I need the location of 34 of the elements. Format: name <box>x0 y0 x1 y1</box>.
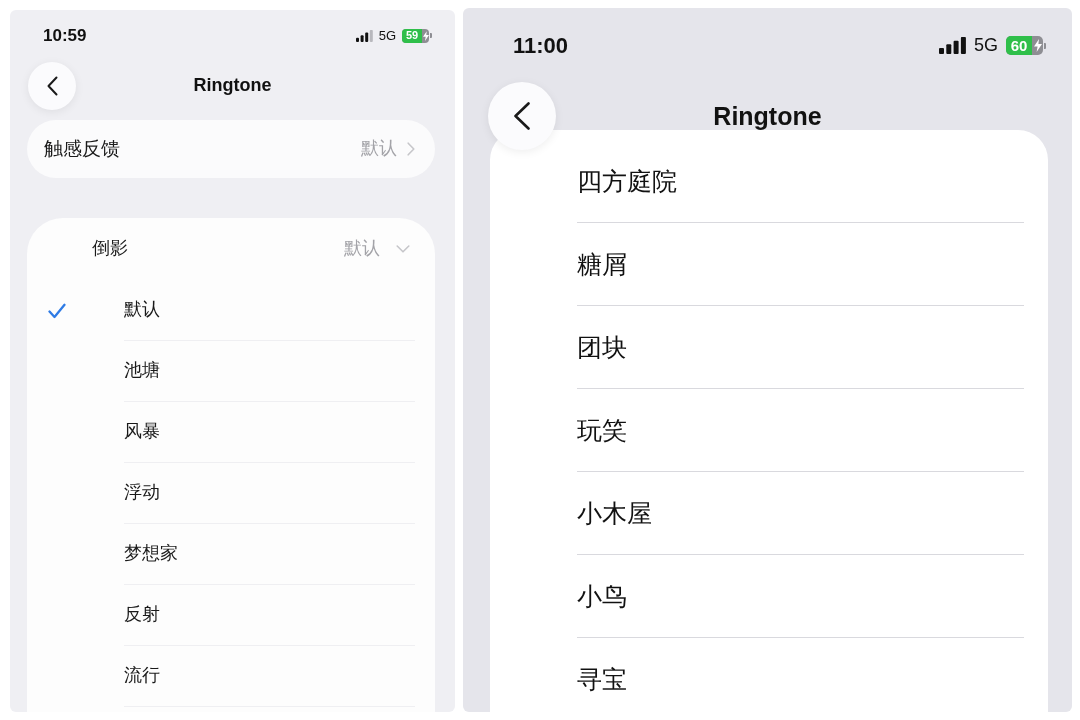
back-button[interactable] <box>28 62 76 110</box>
signal-icon <box>939 37 966 55</box>
ringtone-option[interactable]: 浮动 <box>124 482 160 504</box>
ringtone-option[interactable]: 寻宝 <box>577 664 627 694</box>
chevron-left-icon <box>514 102 530 130</box>
ringtone-option[interactable]: 团块 <box>577 332 627 362</box>
setting-label: 触感反馈 <box>44 137 120 161</box>
chevron-left-icon <box>46 76 58 96</box>
setting-value: 默认 <box>361 138 397 160</box>
ringtone-option[interactable]: 糖屑 <box>577 249 627 279</box>
battery-percent: 60 <box>1006 36 1032 56</box>
group-value: 默认 <box>344 238 380 260</box>
page-title: Ringtone <box>713 101 822 131</box>
ringtone-option[interactable]: 流行 <box>124 665 160 687</box>
group-header[interactable]: 倒影 默认 <box>27 218 435 280</box>
network-label: 5G <box>378 28 396 44</box>
haptics-setting-row[interactable]: 触感反馈 默认 <box>27 120 435 178</box>
ringtone-option[interactable]: 玩笑 <box>577 415 627 445</box>
ringtone-option[interactable]: 池塘 <box>124 360 160 382</box>
ringtone-option[interactable]: 梦想家 <box>124 543 178 565</box>
ringtone-option[interactable]: 小鸟 <box>577 581 627 611</box>
page-title: Ringtone <box>193 75 272 97</box>
status-time: 11:00 <box>513 33 569 59</box>
battery-percent: 59 <box>402 29 422 43</box>
ringtone-option[interactable]: 小木屋 <box>577 498 652 528</box>
ringtone-option[interactable]: 四方庭院 <box>577 166 677 196</box>
status-time: 10:59 <box>43 26 87 46</box>
ringtone-option[interactable]: 风暴 <box>124 421 160 443</box>
chevron-right-icon <box>407 142 415 156</box>
network-label: 5G <box>974 36 998 56</box>
signal-icon <box>355 30 373 42</box>
ringtone-option[interactable]: 默认 <box>124 299 160 321</box>
ringtone-option[interactable]: 反射 <box>124 604 160 626</box>
group-label: 倒影 <box>92 238 128 260</box>
